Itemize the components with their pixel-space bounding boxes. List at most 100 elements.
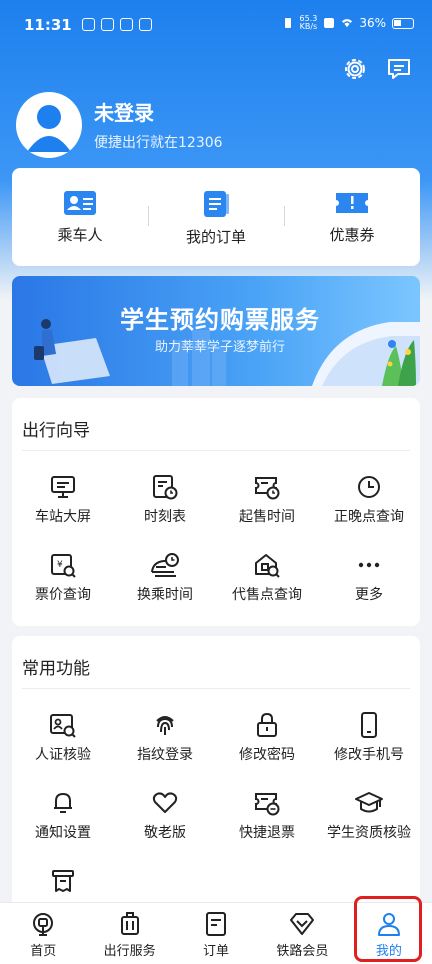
divider	[22, 450, 410, 451]
ticket-time-icon	[255, 477, 280, 500]
fingerprint-icon	[156, 716, 174, 735]
tab-label: 出行服务	[103, 944, 156, 959]
more-icon	[358, 562, 380, 568]
svg-text:¥: ¥	[57, 560, 63, 570]
phone-icon	[361, 712, 377, 738]
change-phone-button[interactable]: 修改手机号	[318, 698, 420, 776]
receipt-icon	[52, 870, 74, 892]
timetable-icon	[153, 475, 178, 500]
app-notification-icon	[101, 18, 114, 31]
fingerprint-login-button[interactable]: 指纹登录	[114, 698, 216, 776]
banner-title: 学生预约购票服务	[120, 306, 320, 334]
coupon-button[interactable]: 优惠券	[284, 190, 420, 245]
clock-icon	[358, 476, 380, 498]
delay-query-button[interactable]: 正晚点查询	[318, 460, 420, 538]
agency-query-button[interactable]: 代售点查询	[216, 538, 318, 616]
student-verify-button[interactable]: 学生资质核验	[318, 776, 420, 854]
item-label: 起售时间	[239, 509, 295, 525]
tab-home[interactable]: 首页	[0, 903, 86, 964]
avatar[interactable]	[16, 92, 82, 158]
station-screen-button[interactable]: 车站大屏	[12, 460, 114, 538]
more-button[interactable]: 更多	[318, 538, 420, 616]
gear-icon[interactable]	[342, 56, 368, 82]
notification-settings-button[interactable]: 通知设置	[12, 776, 114, 854]
timetable-button[interactable]: 时刻表	[114, 460, 216, 538]
tab-label: 首页	[30, 944, 57, 959]
agency-search-icon	[255, 554, 280, 578]
fare-search-icon: ¥	[51, 554, 76, 578]
login-status[interactable]: 未登录	[94, 97, 154, 126]
refund-ticket-icon	[255, 793, 280, 816]
item-label: 指纹登录	[137, 747, 193, 763]
user-subtitle: 便捷出行就在12306	[94, 135, 223, 151]
heart-icon	[152, 792, 178, 813]
item-label: 修改手机号	[334, 747, 404, 763]
item-label: 车站大屏	[35, 509, 91, 525]
home-train-icon	[33, 913, 54, 936]
my-orders-button[interactable]: 我的订单	[148, 190, 284, 247]
graduation-cap-icon	[355, 792, 383, 813]
bottom-tab-bar: 首页 出行服务 订单 铁路会员 我的	[0, 902, 432, 964]
item-label: 学生资质核验	[327, 825, 411, 841]
travel-guide-section: 出行向导 车站大屏 时刻表 起售时间 正晚点查询 ¥ 票价查询 换乘时间 代售点…	[12, 398, 420, 626]
tab-label: 铁路会员	[276, 944, 329, 959]
item-label: 换乘时间	[137, 587, 193, 603]
passenger-button[interactable]: 乘车人	[12, 190, 148, 245]
default-avatar-icon	[27, 105, 71, 152]
elder-mode-button[interactable]: 敬老版	[114, 776, 216, 854]
person-icon	[377, 913, 400, 936]
item-label: 快捷退票	[239, 825, 295, 841]
passenger-label: 乘车人	[57, 226, 103, 244]
tab-mine[interactable]: 我的	[346, 903, 432, 964]
station-screen-icon	[51, 476, 75, 498]
status-right: 65.3 KB/s 36%	[282, 15, 414, 31]
tab-orders[interactable]: 订单	[173, 903, 259, 964]
status-bar: 11:31 65.3 KB/s 36%	[0, 0, 432, 52]
item-label: 更多	[355, 587, 383, 603]
student-ticket-banner[interactable]: 学生预约购票服务 助力莘莘学子逐梦前行	[12, 276, 420, 386]
item-label: 代售点查询	[232, 587, 302, 603]
quick-actions-card: 乘车人 我的订单 优惠券	[12, 168, 420, 266]
banner-subtitle: 助力莘莘学子逐梦前行	[154, 340, 285, 355]
item-label: 敬老版	[144, 825, 186, 841]
id-verify-button[interactable]: 人证核验	[12, 698, 114, 776]
notification-icons	[82, 18, 152, 31]
section-title: 常用功能	[22, 659, 90, 679]
tab-travel-service[interactable]: 出行服务	[86, 903, 172, 964]
message-icon[interactable]	[386, 56, 412, 82]
item-label: 通知设置	[35, 825, 91, 841]
diamond-icon	[290, 913, 315, 935]
change-password-button[interactable]: 修改密码	[216, 698, 318, 776]
header-actions	[342, 56, 412, 82]
coupon-label: 优惠券	[329, 226, 375, 244]
status-time: 11:31	[24, 16, 72, 34]
sale-time-button[interactable]: 起售时间	[216, 460, 318, 538]
tab-railway-member[interactable]: 铁路会员	[259, 903, 345, 964]
quick-refund-button[interactable]: 快捷退票	[216, 776, 318, 854]
item-label: 修改密码	[239, 747, 295, 763]
wifi-icon	[342, 19, 353, 28]
order-icon	[206, 912, 227, 936]
battery-percent: 36%	[359, 16, 386, 30]
common-functions-section: 常用功能 人证核验 指纹登录 修改密码 修改手机号 通知设置 敬老版 快捷退票 …	[12, 636, 420, 936]
transfer-time-button[interactable]: 换乘时间	[114, 538, 216, 616]
app-notification-icon	[82, 18, 95, 31]
divider	[22, 688, 410, 689]
section-title: 出行向导	[22, 421, 90, 441]
fare-query-button[interactable]: ¥ 票价查询	[12, 538, 114, 616]
network-speed: 65.3 KB/s	[299, 14, 318, 31]
train-clock-icon	[151, 553, 179, 577]
order-list-icon	[204, 191, 229, 217]
sim-icon	[324, 18, 335, 28]
wechat-notification-icon	[139, 18, 152, 31]
item-label: 人证核验	[35, 747, 91, 763]
coupon-icon	[336, 193, 368, 213]
tab-label: 我的	[375, 944, 402, 959]
item-label: 票价查询	[35, 587, 91, 603]
luggage-icon	[120, 912, 139, 935]
id-verify-icon	[50, 714, 76, 738]
passenger-card-icon	[64, 191, 96, 215]
item-label: 正晚点查询	[334, 509, 404, 525]
battery-icon	[392, 17, 414, 29]
my-orders-label: 我的订单	[185, 228, 246, 246]
